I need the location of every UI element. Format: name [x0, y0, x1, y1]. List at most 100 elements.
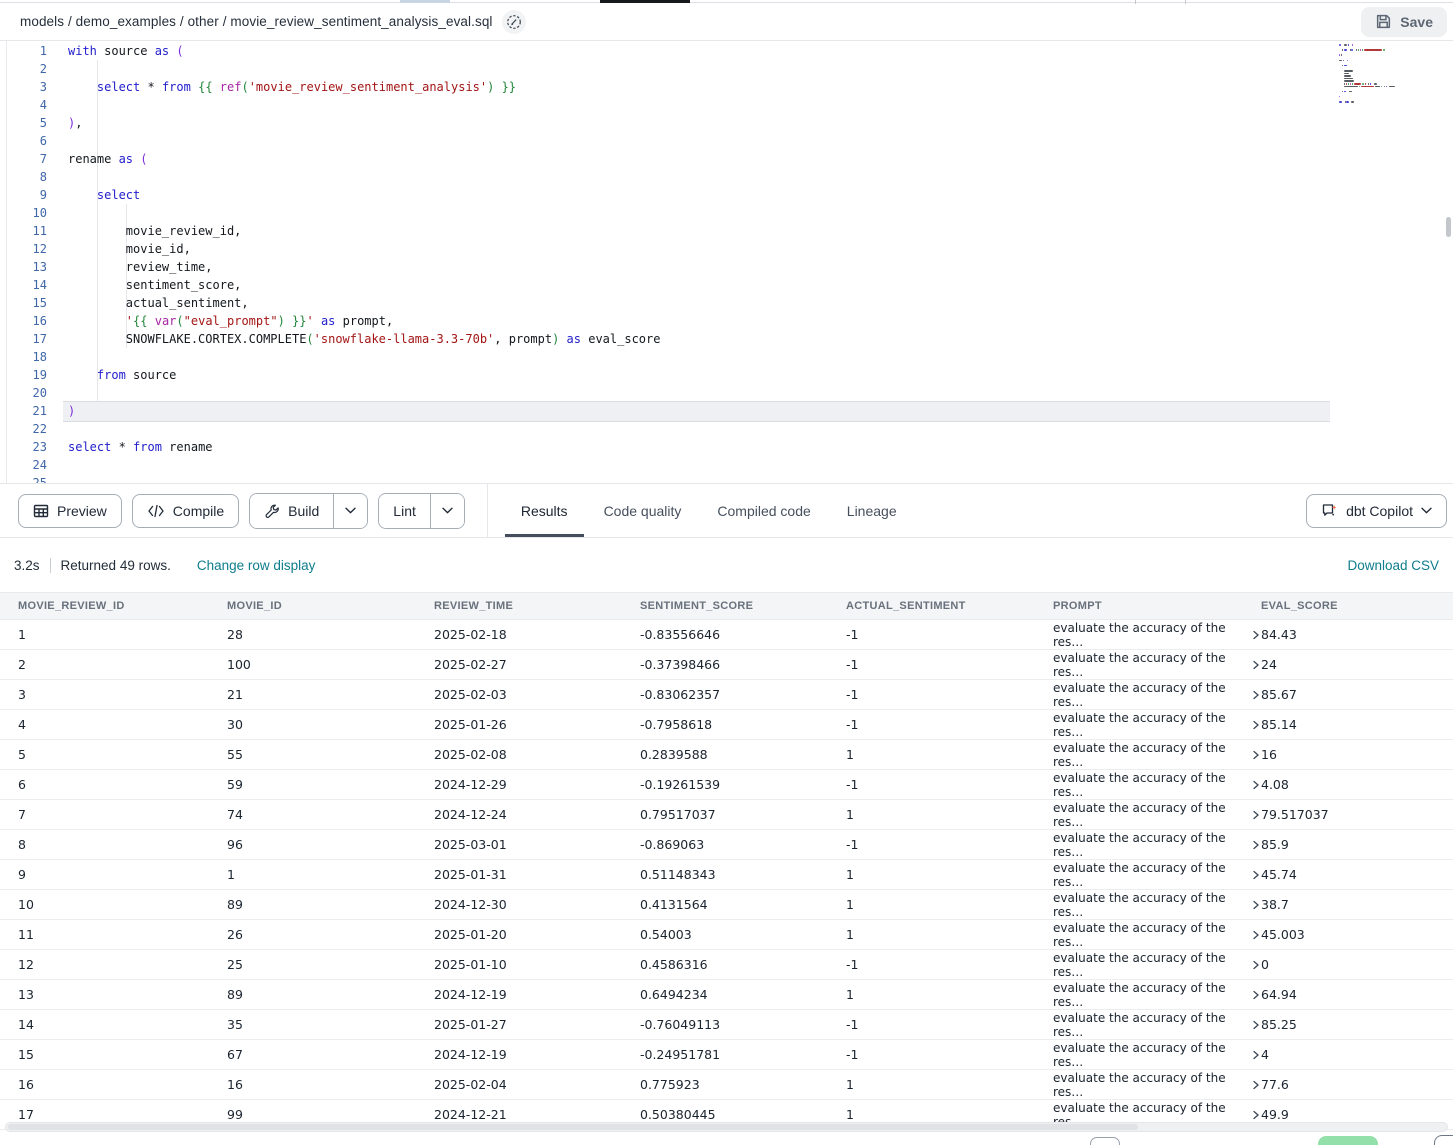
table-row[interactable]: 7742024-12-240.795170371evaluate the acc… — [0, 800, 1453, 830]
save-button[interactable]: Save — [1361, 7, 1447, 37]
table-cell: 2025-01-10 — [434, 957, 640, 972]
code-line[interactable]: 10 — [6, 204, 1453, 222]
dbt-copilot-button[interactable]: dbt Copilot — [1306, 494, 1447, 528]
code-line[interactable]: 15 actual_sentiment, — [6, 294, 1453, 312]
code-line[interactable]: 4 — [6, 96, 1453, 114]
expand-cell-icon[interactable] — [1251, 960, 1261, 970]
code-line[interactable]: 3 select * from {{ ref('movie_review_sen… — [6, 78, 1453, 96]
code-line[interactable]: 6 — [6, 132, 1453, 150]
tab-lineage[interactable]: Lineage — [847, 484, 897, 537]
table-row[interactable]: 15672024-12-19-0.24951781-1evaluate the … — [0, 1040, 1453, 1070]
expand-cell-icon[interactable] — [1251, 930, 1261, 940]
table-cell: 9 — [18, 867, 227, 882]
table-cell: 2025-01-27 — [434, 1017, 640, 1032]
horizontal-scrollbar-thumb[interactable] — [8, 1124, 1138, 1130]
table-row[interactable]: 8962025-03-01-0.869063-1evaluate the acc… — [0, 830, 1453, 860]
code-line[interactable]: 14 sentiment_score, — [6, 276, 1453, 294]
tab-code-quality[interactable]: Code quality — [604, 484, 682, 537]
table-row[interactable]: 12252025-01-100.4586316-1evaluate the ac… — [0, 950, 1453, 980]
table-row[interactable]: 3212025-02-03-0.83062357-1evaluate the a… — [0, 680, 1453, 710]
change-row-display-link[interactable]: Change row display — [197, 558, 316, 573]
horizontal-scrollbar[interactable] — [5, 1122, 1448, 1132]
table-cell: -1 — [846, 657, 1053, 672]
expand-cell-icon[interactable] — [1251, 1080, 1261, 1090]
table-row[interactable]: 11262025-01-200.540031evaluate the accur… — [0, 920, 1453, 950]
expand-cell-icon[interactable] — [1251, 1110, 1261, 1120]
code-line[interactable]: 21) — [6, 402, 1453, 420]
table-cell: 1 — [846, 867, 1053, 882]
code-line[interactable]: 7rename as ( — [6, 150, 1453, 168]
table-cell: -0.7958618 — [640, 717, 846, 732]
prompt-cell: evaluate the accuracy of the res… — [1053, 801, 1261, 829]
code-line[interactable]: 16 '{{ var("eval_prompt") }}' as prompt, — [6, 312, 1453, 330]
chevron-down-icon — [345, 507, 356, 514]
compile-button[interactable]: Compile — [132, 494, 239, 528]
expand-cell-icon[interactable] — [1251, 630, 1261, 640]
download-csv-link[interactable]: Download CSV — [1347, 558, 1439, 573]
table-row[interactable]: 16162025-02-040.7759231evaluate the accu… — [0, 1070, 1453, 1100]
expand-cell-icon[interactable] — [1251, 1050, 1261, 1060]
prompt-cell: evaluate the accuracy of the res… — [1053, 1071, 1261, 1099]
results-meta-bar: 3.2s Returned 49 rows. Change row displa… — [0, 539, 1453, 592]
editor-minimap[interactable] — [1337, 42, 1433, 109]
expand-cell-icon[interactable] — [1251, 870, 1261, 880]
code-line[interactable]: 18 — [6, 348, 1453, 366]
expand-cell-icon[interactable] — [1251, 900, 1261, 910]
build-menu-button[interactable] — [333, 494, 367, 528]
table-row[interactable]: 5552025-02-080.28395881evaluate the accu… — [0, 740, 1453, 770]
table-row[interactable]: 21002025-02-27-0.37398466-1evaluate the … — [0, 650, 1453, 680]
prompt-cell: evaluate the accuracy of the res… — [1053, 711, 1261, 739]
expand-cell-icon[interactable] — [1251, 810, 1261, 820]
file-state-icon[interactable] — [502, 10, 526, 34]
code-line[interactable]: 25 — [6, 474, 1453, 483]
code-line[interactable]: 9 select — [6, 186, 1453, 204]
expand-cell-icon[interactable] — [1251, 840, 1261, 850]
table-row[interactable]: 1282025-02-18-0.83556646-1evaluate the a… — [0, 620, 1453, 650]
code-editor[interactable]: 1with source as (23 select * from {{ ref… — [0, 41, 1453, 483]
breadcrumb: models / demo_examples / other / movie_r… — [20, 14, 493, 29]
code-line[interactable]: 8 — [6, 168, 1453, 186]
lint-button[interactable]: Lint — [379, 494, 430, 528]
table-cell: 45.74 — [1261, 867, 1453, 882]
table-row[interactable]: 6592024-12-29-0.19261539-1evaluate the a… — [0, 770, 1453, 800]
tab-compiled-code[interactable]: Compiled code — [717, 484, 810, 537]
preview-button[interactable]: Preview — [18, 494, 122, 528]
code-lines[interactable]: 1with source as (23 select * from {{ ref… — [6, 42, 1453, 483]
table-cell: 0.51148343 — [640, 867, 846, 882]
code-line[interactable]: 11 movie_review_id, — [6, 222, 1453, 240]
code-line[interactable]: 22 — [6, 420, 1453, 438]
build-button[interactable]: Build — [250, 494, 333, 528]
code-line[interactable]: 12 movie_id, — [6, 240, 1453, 258]
code-line[interactable]: 20 — [6, 384, 1453, 402]
line-number: 6 — [6, 132, 47, 150]
code-line[interactable]: 13 review_time, — [6, 258, 1453, 276]
expand-cell-icon[interactable] — [1251, 990, 1261, 1000]
code-text: SNOWFLAKE.CORTEX.COMPLETE('snowflake-lla… — [68, 330, 660, 348]
expand-cell-icon[interactable] — [1251, 720, 1261, 730]
code-text: select * from rename — [68, 438, 213, 456]
table-row[interactable]: 10892024-12-300.41315641evaluate the acc… — [0, 890, 1453, 920]
expand-cell-icon[interactable] — [1251, 1020, 1261, 1030]
table-cell: 2024-12-19 — [434, 1047, 640, 1062]
table-row[interactable]: 14352025-01-27-0.76049113-1evaluate the … — [0, 1010, 1453, 1040]
code-line[interactable]: 24 — [6, 456, 1453, 474]
code-line[interactable]: 19 from source — [6, 366, 1453, 384]
expand-cell-icon[interactable] — [1251, 660, 1261, 670]
table-row[interactable]: 13892024-12-190.64942341evaluate the acc… — [0, 980, 1453, 1010]
tab-results[interactable]: Results — [521, 484, 568, 537]
code-line[interactable]: 23select * from rename — [6, 438, 1453, 456]
line-number: 10 — [6, 204, 47, 222]
table-row[interactable]: 4302025-01-26-0.7958618-1evaluate the ac… — [0, 710, 1453, 740]
expand-cell-icon[interactable] — [1251, 780, 1261, 790]
code-line[interactable]: 1with source as ( — [6, 42, 1453, 60]
code-line[interactable]: 17 SNOWFLAKE.CORTEX.COMPLETE('snowflake-… — [6, 330, 1453, 348]
lint-menu-button[interactable] — [430, 494, 464, 528]
code-line[interactable]: 5), — [6, 114, 1453, 132]
expand-cell-icon[interactable] — [1251, 750, 1261, 760]
expand-cell-icon[interactable] — [1251, 690, 1261, 700]
code-line[interactable]: 2 — [6, 60, 1453, 78]
table-row[interactable]: 912025-01-310.511483431evaluate the accu… — [0, 860, 1453, 890]
copilot-label: dbt Copilot — [1346, 503, 1413, 519]
editor-vertical-scrollbar[interactable] — [1446, 217, 1451, 237]
prompt-preview: evaluate the accuracy of the res… — [1053, 951, 1242, 979]
